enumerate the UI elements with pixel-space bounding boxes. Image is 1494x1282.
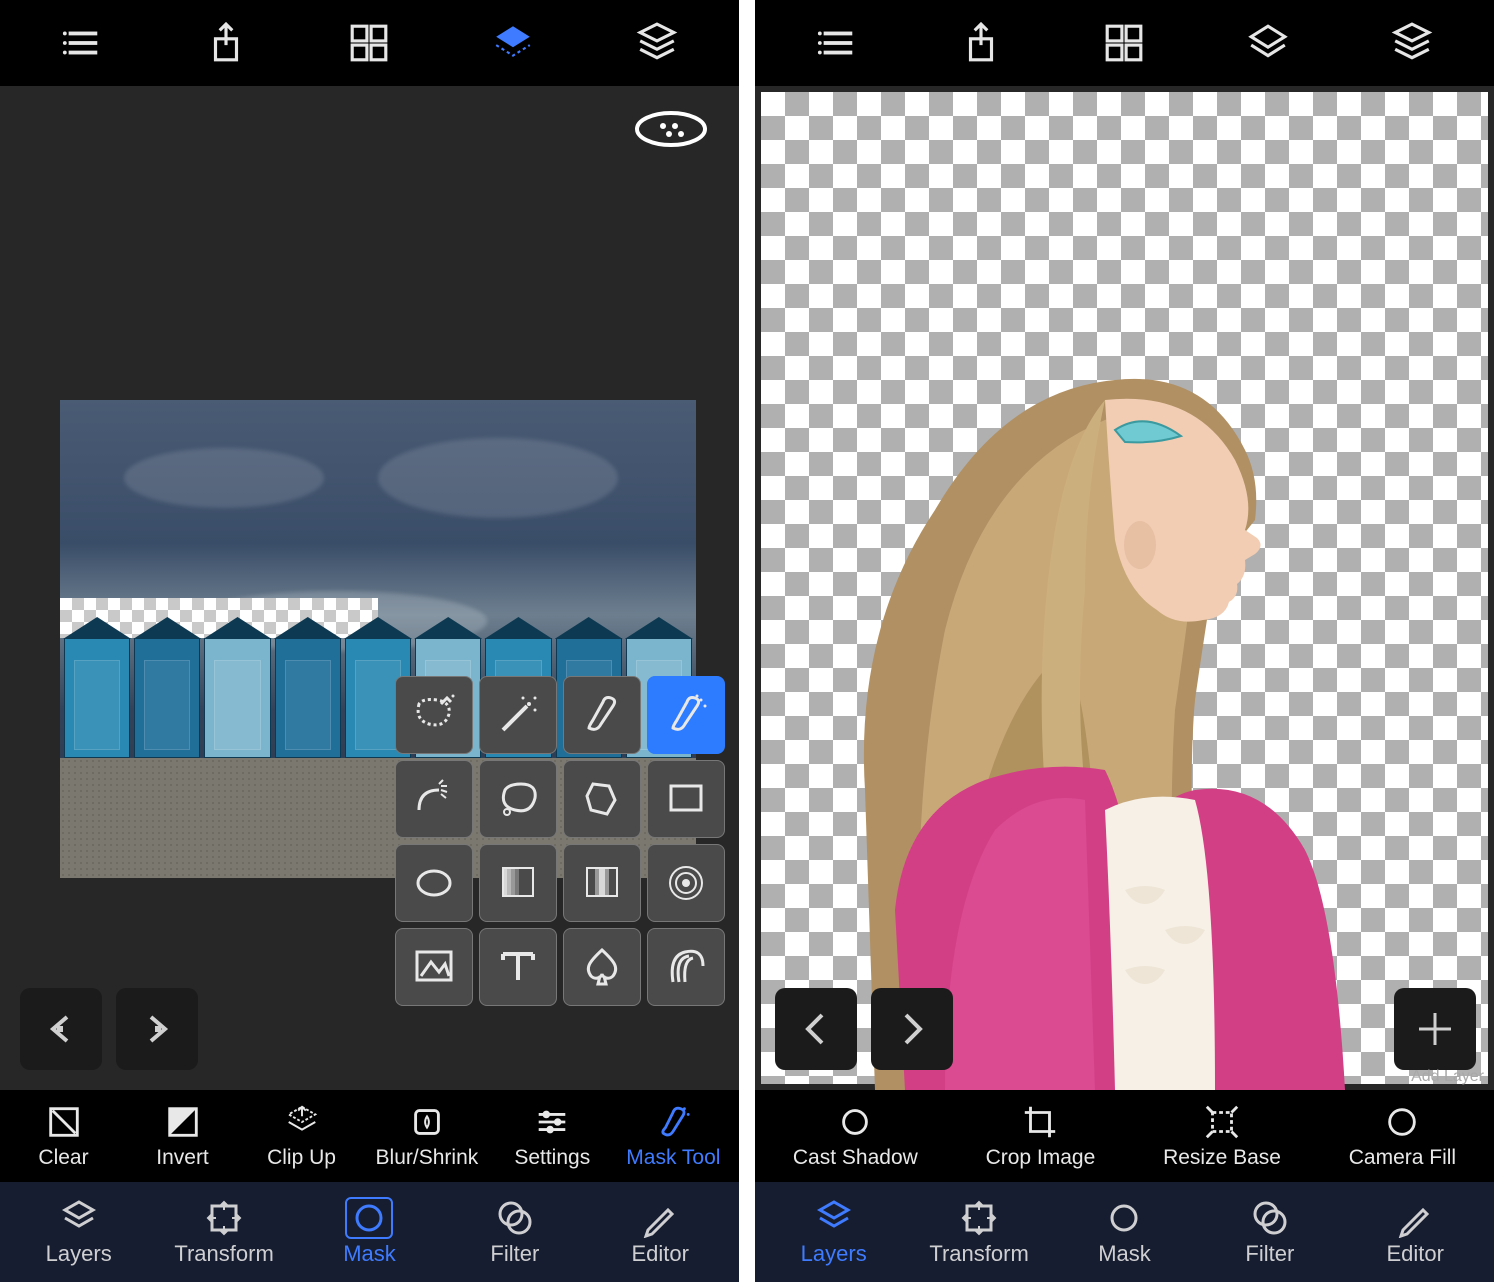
prev-layer-button[interactable] <box>775 988 857 1070</box>
hair-tool[interactable] <box>647 928 725 1006</box>
nav-editor[interactable]: Editor <box>1350 1197 1480 1267</box>
list-icon[interactable] <box>809 15 865 71</box>
blur-shrink-label: Blur/Shrink <box>376 1146 479 1170</box>
nav-filter[interactable]: Filter <box>450 1197 580 1267</box>
visibility-checker-icon[interactable] <box>635 108 707 150</box>
undo-redo-pad <box>20 988 198 1070</box>
invert-action[interactable]: Invert <box>138 1102 228 1170</box>
nav-transform-label: Transform <box>174 1241 273 1267</box>
mountain-image-tool[interactable] <box>395 928 473 1006</box>
share-icon[interactable] <box>953 15 1009 71</box>
right-screen: Add Layer Cast Shadow Crop Image Resize … <box>755 0 1494 1282</box>
bottom-nav: Layers Transform Mask Filter Editor <box>755 1182 1494 1282</box>
canvas-area[interactable] <box>0 86 739 1090</box>
prev-next-pad <box>775 988 953 1070</box>
camera-fill-label: Camera Fill <box>1349 1146 1456 1170</box>
nav-transform[interactable]: Transform <box>914 1197 1044 1267</box>
crop-image-label: Crop Image <box>986 1146 1096 1170</box>
settings-action[interactable]: Settings <box>507 1102 597 1170</box>
nav-layers[interactable]: Layers <box>14 1197 144 1267</box>
layers-stack-icon[interactable] <box>1384 15 1440 71</box>
nav-mask[interactable]: Mask <box>1059 1197 1189 1267</box>
cast-shadow-action[interactable]: Cast Shadow <box>793 1102 918 1170</box>
add-layer-button[interactable] <box>1394 988 1476 1070</box>
mask-tool-action[interactable]: Mask Tool <box>626 1102 720 1170</box>
blur-shrink-action[interactable]: Blur/Shrink <box>376 1102 479 1170</box>
clip-up-action[interactable]: Clip Up <box>257 1102 347 1170</box>
ellipse-tool[interactable] <box>395 844 473 922</box>
gradient-linear-tool[interactable] <box>479 844 557 922</box>
mask-tool-grid <box>395 676 731 1006</box>
top-toolbar <box>0 0 739 86</box>
spade-shape-tool[interactable] <box>563 928 641 1006</box>
nav-editor-label: Editor <box>1387 1241 1444 1267</box>
layer-action-bar: Cast Shadow Crop Image Resize Base Camer… <box>755 1090 1494 1182</box>
brush-tool[interactable] <box>563 676 641 754</box>
undo-button[interactable] <box>20 988 102 1070</box>
layer-selected-icon[interactable] <box>485 15 541 71</box>
share-icon[interactable] <box>198 15 254 71</box>
resize-base-label: Resize Base <box>1163 1146 1281 1170</box>
freehand-lasso-tool[interactable] <box>479 760 557 838</box>
cutout-subject-girl <box>785 270 1425 1090</box>
list-icon[interactable] <box>54 15 110 71</box>
layers-stack-icon[interactable] <box>629 15 685 71</box>
cast-shadow-label: Cast Shadow <box>793 1146 918 1170</box>
mask-tool-label: Mask Tool <box>626 1146 720 1170</box>
clear-action[interactable]: Clear <box>19 1102 109 1170</box>
nav-transform-label: Transform <box>929 1241 1028 1267</box>
nav-filter-label: Filter <box>1245 1241 1294 1267</box>
mask-action-bar: Clear Invert Clip Up Blur/Shrink Setting… <box>0 1090 739 1182</box>
invert-label: Invert <box>156 1146 209 1170</box>
magic-wand-tool[interactable] <box>479 676 557 754</box>
clip-up-label: Clip Up <box>267 1146 336 1170</box>
layers-outline-icon[interactable] <box>1240 15 1296 71</box>
nav-editor[interactable]: Editor <box>595 1197 725 1267</box>
nav-layers-label: Layers <box>46 1241 112 1267</box>
next-layer-button[interactable] <box>871 988 953 1070</box>
arc-rays-tool[interactable] <box>395 760 473 838</box>
nav-filter[interactable]: Filter <box>1205 1197 1335 1267</box>
nav-mask-label: Mask <box>1098 1241 1151 1267</box>
text-tool[interactable] <box>479 928 557 1006</box>
bottom-nav: Layers Transform Mask Filter Editor <box>0 1182 739 1282</box>
nav-layers[interactable]: Layers <box>769 1197 899 1267</box>
nav-filter-label: Filter <box>490 1241 539 1267</box>
top-toolbar <box>755 0 1494 86</box>
settings-label: Settings <box>514 1146 590 1170</box>
nav-mask-label: Mask <box>343 1241 396 1267</box>
nav-editor-label: Editor <box>632 1241 689 1267</box>
rectangle-tool[interactable] <box>647 760 725 838</box>
radial-tool[interactable] <box>647 844 725 922</box>
canvas-area[interactable]: Add Layer <box>755 86 1494 1090</box>
left-screen: Clear Invert Clip Up Blur/Shrink Setting… <box>0 0 739 1282</box>
camera-fill-action[interactable]: Camera Fill <box>1349 1102 1456 1170</box>
nav-transform[interactable]: Transform <box>159 1197 289 1267</box>
magic-lasso-tool[interactable] <box>395 676 473 754</box>
redo-button[interactable] <box>116 988 198 1070</box>
nav-layers-label: Layers <box>801 1241 867 1267</box>
clear-label: Clear <box>38 1146 88 1170</box>
grid-icon[interactable] <box>341 15 397 71</box>
smart-shape-tool[interactable] <box>563 760 641 838</box>
gradient-mirror-tool[interactable] <box>563 844 641 922</box>
sparkle-brush-tool[interactable] <box>647 676 725 754</box>
add-layer-label: Add Layer <box>1411 1068 1484 1086</box>
resize-base-action[interactable]: Resize Base <box>1163 1102 1281 1170</box>
grid-icon[interactable] <box>1096 15 1152 71</box>
crop-image-action[interactable]: Crop Image <box>986 1102 1096 1170</box>
nav-mask[interactable]: Mask <box>304 1197 434 1267</box>
